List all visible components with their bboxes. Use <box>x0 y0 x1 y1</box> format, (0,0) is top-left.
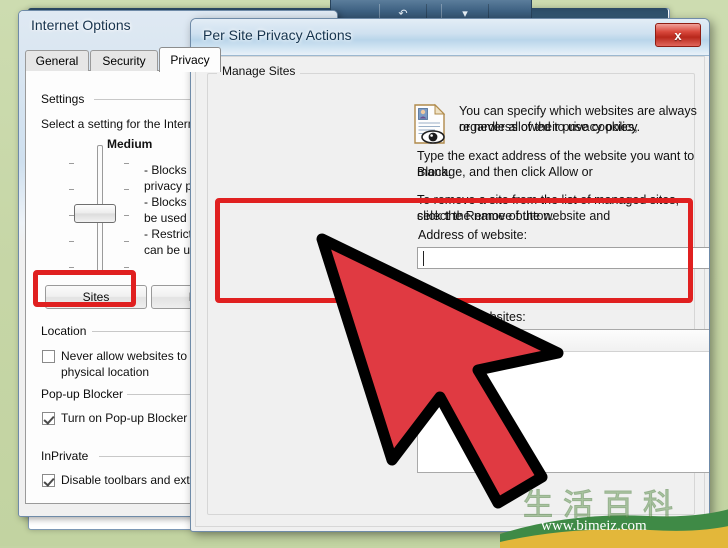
cursor-arrow-icon <box>316 233 564 509</box>
popup-group-label: Pop-up Blocker <box>41 387 129 401</box>
slider-tick <box>124 241 129 242</box>
internet-options-title: Internet Options <box>31 17 131 33</box>
location-group-label: Location <box>41 324 92 338</box>
tab-security[interactable]: Security <box>90 50 158 71</box>
slider-tick <box>124 163 129 164</box>
slider-tick <box>124 215 129 216</box>
never-allow-location-label-line2: physical location <box>61 365 150 379</box>
turn-on-popup-blocker-checkbox[interactable] <box>42 412 55 425</box>
privacy-level-label: Medium <box>107 137 153 151</box>
sites-button-highlight <box>33 270 136 307</box>
inprivate-group-label: InPrivate <box>41 449 94 463</box>
manage-sites-paragraph-2-line-2: Block. <box>417 165 452 179</box>
slider-tick <box>69 241 74 242</box>
tab-general[interactable]: General <box>25 50 89 71</box>
close-icon[interactable]: x <box>655 23 701 47</box>
screen-root: ↶ ▾ Internet Options General Security Pr… <box>0 0 728 548</box>
disable-toolbars-label: Disable toolbars and exten <box>61 473 204 487</box>
turn-on-popup-blocker-label: Turn on Pop-up Blocker <box>61 411 188 425</box>
slider-tick <box>69 189 74 190</box>
slider-tick <box>69 163 74 164</box>
slider-tick <box>124 267 129 268</box>
privacy-document-icon <box>414 103 446 144</box>
watermark-url: www.bimeiz.com <box>541 518 647 534</box>
manage-sites-paragraph-2-line-1: Type the exact address of the website yo… <box>417 149 695 179</box>
never-allow-location-checkbox[interactable] <box>42 350 55 363</box>
manage-sites-paragraph-1-line-2: regardless of their privacy policy. <box>459 120 641 134</box>
per-site-privacy-title: Per Site Privacy Actions <box>203 27 352 43</box>
privacy-intro-text: Select a setting for the Intern <box>41 117 195 131</box>
privacy-slider-thumb[interactable] <box>74 204 116 223</box>
slider-tick <box>69 267 74 268</box>
slider-tick <box>124 189 129 190</box>
disable-toolbars-checkbox[interactable] <box>42 474 55 487</box>
settings-group-label: Settings <box>41 92 90 106</box>
tab-privacy[interactable]: Privacy <box>159 47 221 72</box>
watermark: 生活百科 www.bimeiz.com <box>500 478 728 548</box>
close-icon-glyph: x <box>674 27 682 43</box>
manage-sites-group-label: Manage Sites <box>217 64 301 78</box>
never-allow-location-label-line1: Never allow websites to re <box>61 349 202 363</box>
